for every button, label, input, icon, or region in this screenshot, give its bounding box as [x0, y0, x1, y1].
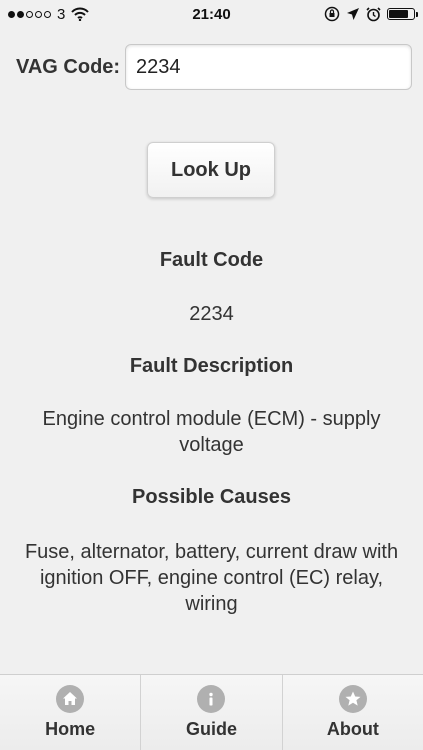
- tab-home[interactable]: Home: [0, 675, 142, 750]
- signal-dot: [44, 10, 51, 18]
- status-right: [324, 6, 418, 22]
- status-bar: 3 21:40: [0, 0, 423, 28]
- rotation-lock-icon: [324, 6, 340, 22]
- carrier-name: 3: [57, 5, 66, 23]
- signal-strength-icon: [8, 10, 51, 18]
- signal-dot: [26, 10, 33, 18]
- tab-guide-label: Guide: [185, 719, 237, 739]
- star-icon: [338, 685, 367, 713]
- battery-level: [389, 10, 409, 18]
- battery-icon: [387, 8, 418, 20]
- signal-dot: [17, 10, 24, 18]
- signal-dot: [35, 10, 42, 18]
- info-icon: [197, 685, 226, 713]
- vag-code-label: VAG Code:: [16, 55, 121, 78]
- fault-code-value: 2234: [189, 303, 234, 325]
- fault-code-heading: Fault Code: [159, 249, 264, 271]
- possible-causes-text: Fuse, alternator, battery, current draw …: [24, 541, 399, 615]
- code-input-row: VAG Code:: [16, 42, 412, 92]
- fault-description-heading: Fault Description: [129, 355, 294, 377]
- tab-bar: Home Guide About: [0, 674, 423, 750]
- alarm-icon: [366, 6, 381, 21]
- possible-causes-heading: Possible Causes: [132, 486, 291, 508]
- signal-dot: [8, 10, 15, 18]
- vag-code-input[interactable]: [125, 44, 412, 90]
- location-arrow-icon: [347, 8, 359, 20]
- fault-description-text: Engine control module (ECM) - supply vol…: [42, 408, 381, 456]
- status-left: 3: [8, 5, 90, 23]
- tab-guide[interactable]: Guide: [141, 675, 283, 750]
- tab-home-label: Home: [45, 719, 96, 739]
- home-icon: [56, 685, 85, 713]
- tab-about-label: About: [326, 719, 379, 739]
- tab-about[interactable]: About: [283, 675, 423, 750]
- look-up-button[interactable]: Look Up: [147, 142, 275, 198]
- wifi-icon: [71, 7, 90, 21]
